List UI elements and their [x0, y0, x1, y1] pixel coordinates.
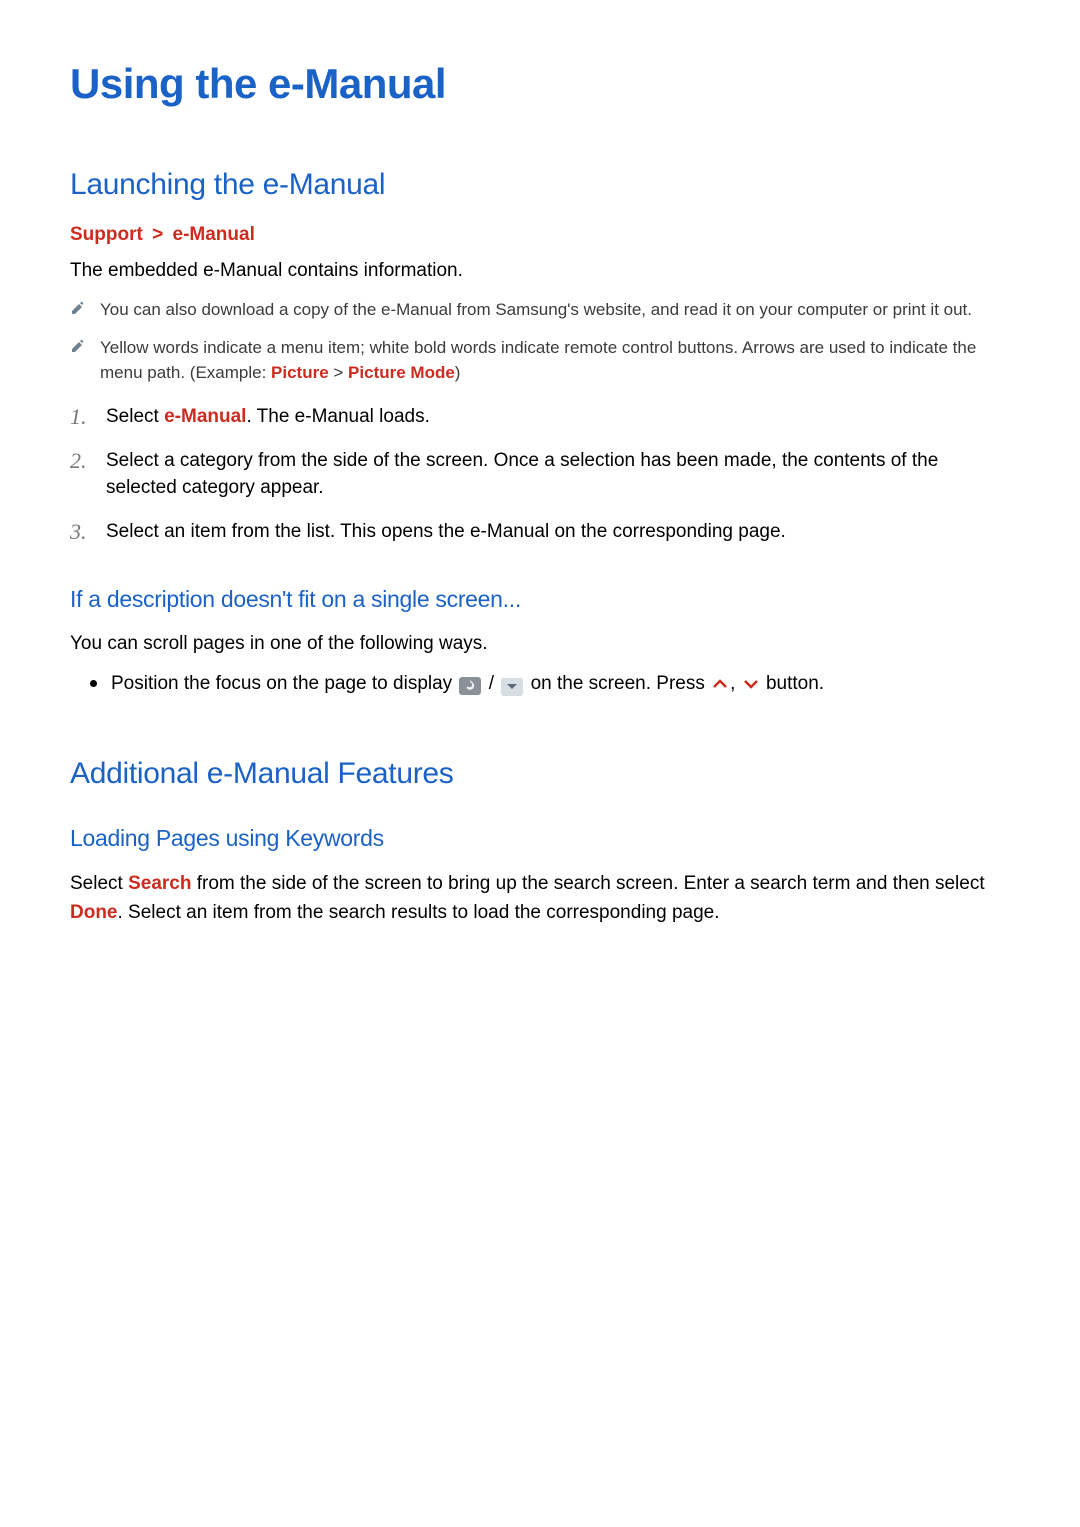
return-key-icon [459, 677, 481, 695]
menu-item-done: Done [70, 902, 118, 923]
breadcrumb-item-support: Support [70, 224, 143, 245]
step-pre: Select [106, 406, 164, 427]
note-item: You can also download a copy of the e-Ma… [70, 298, 1010, 323]
note-item: Yellow words indicate a menu item; white… [70, 336, 1010, 385]
intro-text: The embedded e-Manual contains informati… [70, 258, 1010, 284]
scroll-down-key-icon [501, 678, 523, 696]
step-number: 2 [70, 448, 90, 474]
note-list: You can also download a copy of the e-Ma… [70, 298, 1010, 386]
pencil-icon [70, 300, 86, 321]
keywords-mid: from the side of the screen to bring up … [191, 873, 984, 894]
chevron-down-icon [743, 673, 759, 697]
bullet-list: Position the focus on the page to displa… [70, 671, 1010, 698]
note-separator: > [329, 363, 348, 382]
menu-item-search: Search [128, 873, 191, 894]
step-number: 1 [70, 404, 90, 430]
step-text: Select an item from the list. This opens… [106, 519, 786, 546]
note-text: Yellow words indicate a menu item; white… [100, 336, 1010, 385]
keywords-pre: Select [70, 873, 128, 894]
keywords-paragraph: Select Search from the side of the scree… [70, 870, 1010, 927]
keywords-post: . Select an item from the search results… [118, 902, 720, 923]
steps-list: 1 Select e-Manual. The e-Manual loads. 2… [70, 404, 1010, 546]
section-heading-additional: Additional e-Manual Features [70, 757, 1010, 791]
menu-path-picture: Picture [271, 363, 329, 382]
subsection-text: You can scroll pages in one of the follo… [70, 631, 1010, 657]
menu-item-emanual: e-Manual [164, 406, 246, 427]
bullet-comma: , [730, 673, 741, 694]
breadcrumb: Support > e-Manual [70, 224, 1010, 246]
page-title: Using the e-Manual [70, 60, 1010, 108]
pencil-icon [70, 338, 86, 359]
step-text: Select e-Manual. The e-Manual loads. [106, 404, 430, 431]
step-item: 1 Select e-Manual. The e-Manual loads. [70, 404, 1010, 431]
note-post: ) [455, 363, 461, 382]
step-item: 3 Select an item from the list. This ope… [70, 519, 1010, 546]
breadcrumb-item-emanual: e-Manual [173, 224, 255, 245]
bullet-mid: / [483, 673, 499, 694]
note-pre: Yellow words indicate a menu item; white… [100, 338, 976, 382]
menu-path-picture-mode: Picture Mode [348, 363, 455, 382]
bullet-dot-icon [90, 680, 97, 687]
subsection-heading-singlescreen: If a description doesn't fit on a single… [70, 586, 1010, 613]
bullet-post2: button. [761, 673, 824, 694]
step-text: Select a category from the side of the s… [106, 448, 1010, 501]
breadcrumb-separator: > [148, 224, 167, 245]
step-post: . The e-Manual loads. [246, 406, 429, 427]
bullet-item: Position the focus on the page to displa… [90, 671, 1010, 698]
note-text: You can also download a copy of the e-Ma… [100, 298, 972, 323]
subsection-heading-keywords: Loading Pages using Keywords [70, 825, 1010, 852]
step-number: 3 [70, 519, 90, 545]
bullet-text: Position the focus on the page to displa… [111, 671, 824, 698]
bullet-post1: on the screen. Press [525, 673, 710, 694]
chevron-up-icon [712, 673, 728, 697]
step-item: 2 Select a category from the side of the… [70, 448, 1010, 501]
section-heading-launching: Launching the e-Manual [70, 168, 1010, 202]
bullet-pre: Position the focus on the page to displa… [111, 673, 457, 694]
